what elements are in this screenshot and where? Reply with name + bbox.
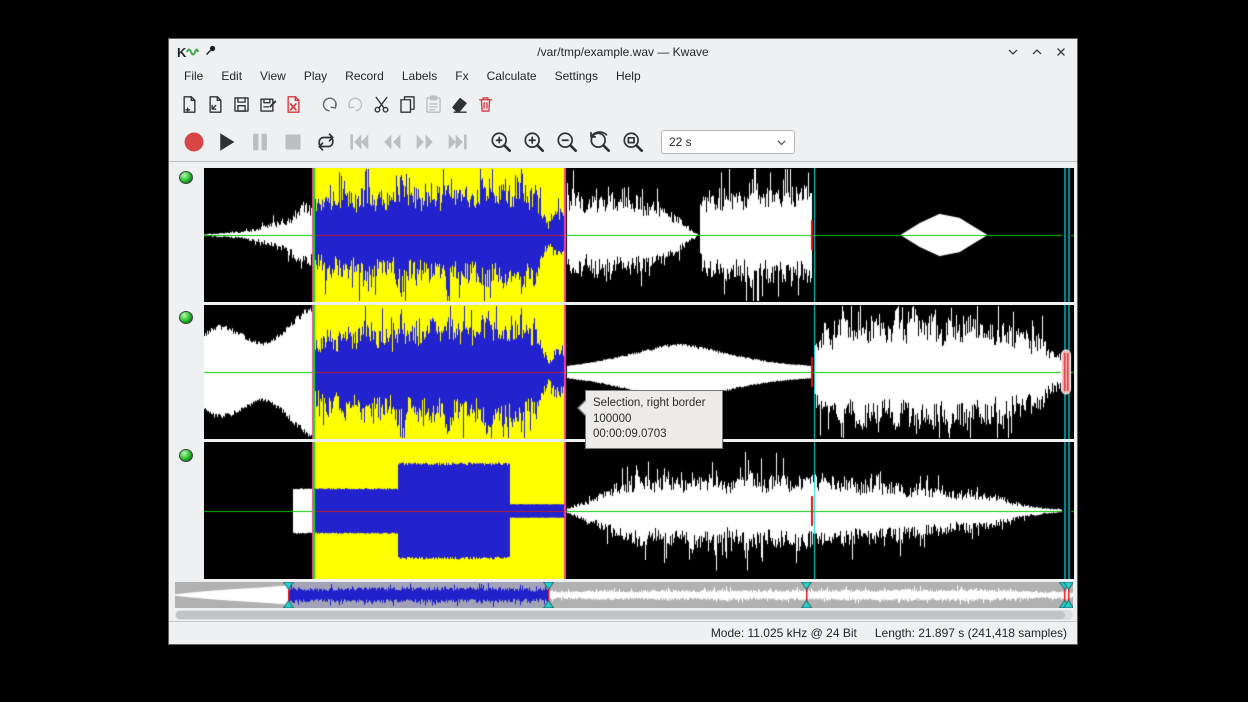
file-save-as-button[interactable] [254, 91, 280, 117]
window-title: /var/tmp/example.wav — Kwave [169, 45, 1077, 59]
playback-toolbar: 22 s [169, 122, 1077, 162]
minimize-button[interactable] [1005, 44, 1021, 60]
play-button[interactable] [210, 125, 243, 159]
menu-help[interactable]: Help [607, 67, 650, 85]
menu-file[interactable]: File [175, 67, 212, 85]
menu-calculate[interactable]: Calculate [478, 67, 546, 85]
statusbar: Mode: 11.025 kHz @ 24 Bit Length: 21.897… [169, 621, 1077, 644]
cut-button[interactable] [368, 91, 394, 117]
zoom-time-select[interactable]: 22 s [661, 130, 795, 154]
zoom-selection-button[interactable] [484, 125, 517, 159]
menu-labels[interactable]: Labels [393, 67, 446, 85]
titlebar: K /var/tmp/example.wav — Kwave [169, 39, 1077, 65]
pause-button[interactable] [243, 125, 276, 159]
zoom-out-button[interactable] [550, 125, 583, 159]
menu-settings[interactable]: Settings [546, 67, 607, 85]
scrollbar-handle[interactable] [176, 611, 1065, 619]
zoom-time-value: 22 s [669, 135, 692, 149]
zoom-original-button[interactable] [616, 125, 649, 159]
overview-waveform[interactable] [175, 582, 1073, 608]
file-new-button[interactable] [176, 91, 202, 117]
maximize-button[interactable] [1029, 44, 1045, 60]
skip-back-button[interactable] [342, 125, 375, 159]
track-1-enable-led[interactable] [179, 171, 193, 184]
status-length: Length: 21.897 s (241,418 samples) [875, 626, 1067, 640]
kwave-logo-icon: K [177, 45, 199, 60]
rewind-button[interactable] [375, 125, 408, 159]
pin-icon[interactable] [205, 43, 217, 61]
track-3-waveform[interactable] [204, 442, 1074, 579]
menu-play[interactable]: Play [295, 67, 336, 85]
zoom-in-button[interactable] [517, 125, 550, 159]
redo-button[interactable] [342, 91, 368, 117]
file-toolbar [169, 86, 1077, 122]
menu-fx[interactable]: Fx [446, 67, 477, 85]
forward-button[interactable] [408, 125, 441, 159]
track-3-enable-led[interactable] [179, 449, 193, 462]
menu-edit[interactable]: Edit [212, 67, 251, 85]
tooltip-line-3: 00:00:09.0703 [593, 427, 715, 443]
selection-tooltip: Selection, right border 100000 00:00:09.… [585, 390, 723, 449]
close-button[interactable] [1053, 44, 1069, 60]
file-close-button[interactable] [280, 91, 306, 117]
track-1-waveform[interactable] [204, 168, 1074, 302]
status-mode: Mode: 11.025 kHz @ 24 Bit [711, 626, 857, 640]
tooltip-line-1: Selection, right border [593, 396, 715, 412]
menu-view[interactable]: View [251, 67, 295, 85]
stop-button[interactable] [276, 125, 309, 159]
skip-forward-button[interactable] [441, 125, 474, 159]
delete-button[interactable] [472, 91, 498, 117]
record-button[interactable] [177, 125, 210, 159]
chevron-down-icon [776, 137, 787, 148]
file-save-button[interactable] [228, 91, 254, 117]
track-2-enable-led[interactable] [179, 311, 193, 324]
horizontal-scrollbar[interactable] [175, 610, 1073, 620]
paste-button[interactable] [420, 91, 446, 117]
zoom-all-button[interactable] [583, 125, 616, 159]
menu-record[interactable]: Record [336, 67, 393, 85]
menubar: FileEditViewPlayRecordLabelsFxCalculateS… [169, 65, 1077, 86]
copy-button[interactable] [394, 91, 420, 117]
eraser-button[interactable] [446, 91, 472, 117]
app-window: K /var/tmp/example.wav — Kwave FileEditV… [168, 38, 1078, 645]
file-open-button[interactable] [202, 91, 228, 117]
undo-button[interactable] [316, 91, 342, 117]
tooltip-line-2: 100000 [593, 412, 715, 428]
loop-button[interactable] [309, 125, 342, 159]
